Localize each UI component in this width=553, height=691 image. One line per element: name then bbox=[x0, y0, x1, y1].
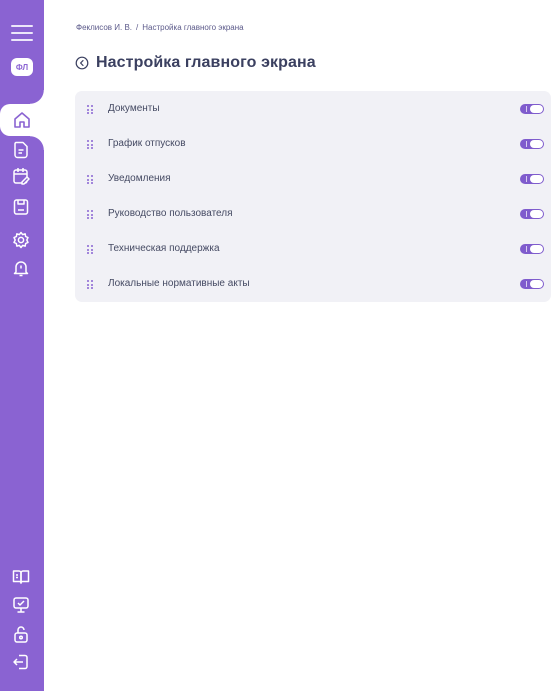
item-label: Уведомления bbox=[108, 173, 171, 184]
sidebar: ФЛ bbox=[0, 0, 44, 691]
widgets-list: Документы График отпусков Уведомления Ру… bbox=[75, 91, 551, 302]
drag-handle-icon[interactable] bbox=[87, 280, 93, 289]
drag-handle-icon[interactable] bbox=[87, 105, 93, 114]
page-header: Настройка главного экрана bbox=[75, 54, 316, 72]
monitor-icon[interactable] bbox=[11, 595, 31, 615]
book-icon[interactable] bbox=[11, 567, 31, 587]
list-item: Уведомления bbox=[75, 161, 551, 197]
logout-icon[interactable] bbox=[11, 652, 31, 672]
breadcrumb-separator: / bbox=[136, 23, 139, 32]
visibility-toggle[interactable] bbox=[520, 104, 544, 114]
visibility-toggle[interactable] bbox=[520, 174, 544, 184]
visibility-toggle[interactable] bbox=[520, 139, 544, 149]
breadcrumb-user-link[interactable]: Феклисов И. В. bbox=[76, 23, 132, 32]
calendar-edit-icon[interactable] bbox=[11, 166, 31, 186]
bell-icon[interactable] bbox=[11, 258, 31, 278]
unlock-icon[interactable] bbox=[11, 624, 31, 644]
list-item: Руководство пользователя bbox=[75, 196, 551, 232]
document-icon[interactable] bbox=[11, 140, 31, 160]
drag-handle-icon[interactable] bbox=[87, 140, 93, 149]
drag-handle-icon[interactable] bbox=[87, 175, 93, 184]
gear-icon[interactable] bbox=[11, 230, 31, 250]
list-item: Локальные нормативные акты bbox=[75, 266, 551, 302]
item-label: Техническая поддержка bbox=[108, 243, 220, 254]
drag-handle-icon[interactable] bbox=[87, 210, 93, 219]
list-item: Документы bbox=[75, 91, 551, 127]
breadcrumb: Феклисов И. В. / Настройка главного экрана bbox=[76, 23, 244, 32]
back-arrow-icon[interactable] bbox=[75, 56, 89, 70]
item-label: Руководство пользователя bbox=[108, 208, 233, 219]
visibility-toggle[interactable] bbox=[520, 244, 544, 254]
item-label: Документы bbox=[108, 103, 160, 114]
item-label: График отпусков bbox=[108, 138, 186, 149]
list-item: Техническая поддержка bbox=[75, 231, 551, 267]
drag-handle-icon[interactable] bbox=[87, 245, 93, 254]
visibility-toggle[interactable] bbox=[520, 209, 544, 219]
save-icon[interactable] bbox=[11, 197, 31, 217]
home-icon bbox=[12, 110, 32, 130]
menu-icon[interactable] bbox=[11, 25, 33, 46]
visibility-toggle[interactable] bbox=[520, 279, 544, 289]
avatar[interactable]: ФЛ bbox=[11, 58, 33, 76]
list-item: График отпусков bbox=[75, 126, 551, 162]
page-title: Настройка главного экрана bbox=[96, 54, 316, 71]
item-label: Локальные нормативные акты bbox=[108, 278, 250, 289]
breadcrumb-current: Настройка главного экрана bbox=[142, 23, 244, 32]
sidebar-item-home[interactable] bbox=[0, 90, 44, 150]
